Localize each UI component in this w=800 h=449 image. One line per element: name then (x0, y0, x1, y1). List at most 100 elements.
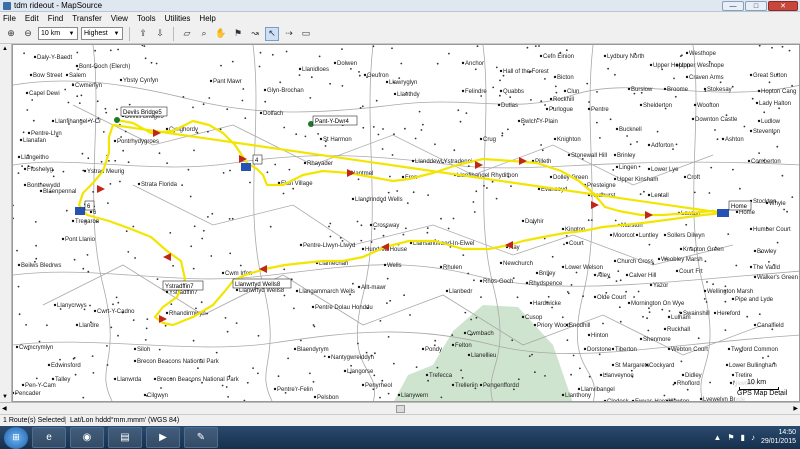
menu-utilities[interactable]: Utilities (165, 14, 191, 23)
settlement-dot (372, 126, 375, 128)
town-label: Pipe and Lyde (735, 297, 774, 303)
scroll-down-icon[interactable]: ▼ (2, 394, 8, 400)
settlement-dot (412, 191, 415, 194)
route-tool-icon[interactable]: ↝ (248, 27, 262, 41)
scroll-right-icon[interactable]: ▶ (793, 405, 798, 412)
settlement-dot (768, 81, 771, 84)
settlement-dot (72, 357, 75, 360)
town-label: Dorstone (587, 347, 612, 353)
settlement-dot (633, 296, 635, 298)
menu-find[interactable]: Find (48, 14, 64, 23)
town-dot (15, 345, 19, 349)
folder-icon: ▤ (120, 432, 130, 443)
scroll-thumb[interactable] (396, 405, 405, 413)
clock[interactable]: 14:50 29/01/2015 (761, 428, 796, 446)
taskbar-chrome[interactable]: ◉ (70, 427, 104, 448)
network-icon[interactable]: ▮ (741, 433, 745, 442)
town-dot (587, 107, 591, 111)
scroll-up-icon[interactable]: ▲ (2, 46, 8, 52)
action-center-flag-icon[interactable]: ⚑ (727, 433, 734, 442)
menu-view[interactable]: View (111, 14, 128, 23)
receive-from-device-icon[interactable]: ⇩ (153, 27, 167, 41)
town-label: Court (569, 241, 584, 247)
settlement-dot (341, 85, 344, 87)
zoom-in-icon[interactable]: ⊕ (4, 27, 18, 41)
settlement-dot (81, 152, 84, 155)
settlement-dot (555, 91, 558, 94)
scale-value: 10 km (747, 379, 767, 386)
settlement-dot (636, 141, 638, 143)
settlement-dot (92, 191, 94, 193)
route-arrow-icon (97, 185, 105, 193)
town-dot (683, 175, 687, 179)
menu-transfer[interactable]: Transfer (72, 14, 102, 23)
map-tool-icon[interactable]: ▱ (180, 27, 194, 41)
town-dot (351, 197, 355, 201)
taskbar-ie[interactable]: e (32, 427, 66, 448)
town-dot (553, 75, 557, 79)
settlement-dot (134, 257, 136, 259)
scroll-left-icon[interactable]: ◀ (2, 405, 7, 412)
settlement-dot (241, 99, 244, 102)
maximize-button[interactable]: □ (745, 1, 767, 11)
horizontal-scrollbar[interactable]: ◀ ▶ (0, 402, 800, 414)
town-dot (137, 182, 141, 186)
close-button[interactable]: ✕ (768, 1, 798, 11)
menu-help[interactable]: Help (199, 14, 215, 23)
distance-tool-icon[interactable]: ⇢ (282, 27, 296, 41)
settlement-dot (141, 45, 144, 47)
taskbar-explorer[interactable]: ▤ (108, 427, 142, 448)
menu-edit[interactable]: Edit (25, 14, 39, 23)
settlement-dot (164, 324, 167, 327)
taskbar-media-player[interactable]: ▶ (146, 427, 180, 448)
settlement-dot (762, 357, 764, 359)
town-label: Woofton (697, 103, 719, 109)
town-label: Nantygwreiddyn (331, 355, 374, 361)
settlement-dot (434, 339, 437, 342)
show-hidden-icons-icon[interactable]: ▲ (713, 433, 721, 442)
transfer-to-device-icon[interactable]: ⇪ (136, 27, 150, 41)
map-canvas[interactable]: Daly-Y-Baedt Bont-Goch (Elerch) Bow Street… (13, 45, 800, 402)
settlement-dot (35, 244, 37, 247)
town-label: Crossway (373, 223, 399, 229)
map-view[interactable]: Daly-Y-Baedt Bont-Goch (Elerch) Bow Street… (12, 44, 800, 402)
detail-level-select[interactable]: Highest ▼ (81, 27, 123, 40)
zoom-out-icon[interactable]: ⊖ (21, 27, 35, 41)
town-label: Craven Arms (689, 75, 724, 81)
zoom-tool-icon[interactable]: ⌕ (197, 27, 211, 41)
town-dot (521, 219, 525, 223)
town-dot (613, 177, 617, 181)
town-label: Rhayader (307, 161, 333, 167)
settlement-dot (16, 249, 18, 252)
waypoint-tool-icon[interactable]: ⚑ (231, 27, 245, 41)
town-label: Llangeitho (21, 155, 49, 161)
settlement-dot (566, 291, 569, 293)
zoom-scale-select[interactable]: 10 km ▼ (38, 27, 78, 40)
menu-tools[interactable]: Tools (137, 14, 156, 23)
settlement-dot (156, 278, 159, 280)
menu-file[interactable]: File (3, 14, 16, 23)
settlement-dot (703, 298, 706, 300)
taskbar-mapsource[interactable]: ✎ (184, 427, 218, 448)
settlement-dot (609, 118, 612, 121)
measure-tool-icon[interactable]: ▭ (299, 27, 313, 41)
town-label: Newchurch (503, 261, 533, 267)
route-arrow-icon (163, 253, 171, 261)
town-dot (311, 305, 315, 309)
settlement-dot (396, 190, 399, 192)
settlement-dot (23, 52, 25, 55)
town-label: Court Frt (679, 269, 703, 275)
hand-tool-icon[interactable]: ✋ (214, 27, 228, 41)
town-label: Bont-Goch (Elerch) (79, 64, 130, 70)
vertical-scrollbar[interactable]: ▲ ▼ (0, 44, 12, 402)
settlement-dot (274, 163, 277, 166)
town-dot (143, 393, 147, 397)
town-dot (593, 273, 597, 277)
volume-icon[interactable]: ♪ (751, 433, 755, 442)
minimize-button[interactable]: — (722, 1, 744, 11)
settlement-dot (387, 392, 390, 395)
start-button[interactable]: ⊞ (4, 426, 28, 449)
route-arrow-icon (645, 211, 653, 219)
select-tool-icon[interactable]: ↖ (265, 26, 279, 41)
settlement-dot (791, 196, 794, 199)
